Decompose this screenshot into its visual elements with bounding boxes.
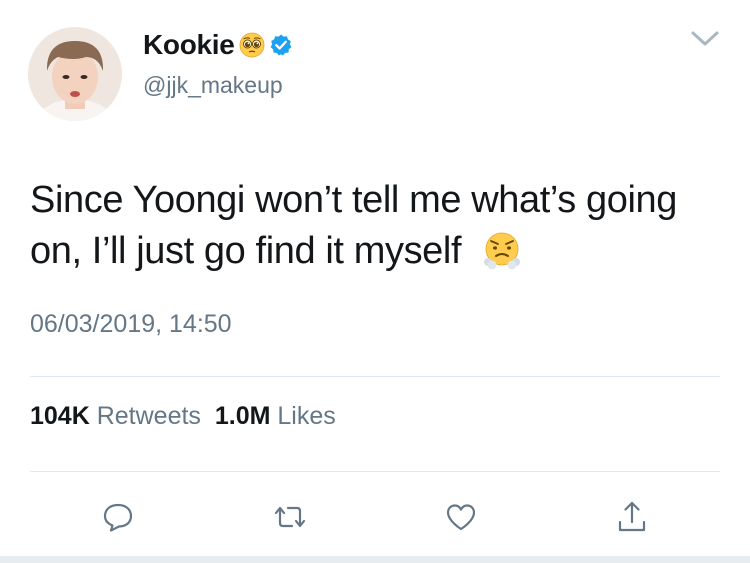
chevron-down-icon[interactable] bbox=[690, 29, 720, 49]
retweets-label: Retweets bbox=[96, 402, 201, 430]
user-handle[interactable]: @jjk_makeup bbox=[143, 72, 283, 99]
avatar[interactable] bbox=[28, 27, 122, 121]
tweet-stats: 104K Retweets 1.0M Likes bbox=[30, 402, 336, 431]
tweet-text-content: Since Yoongi won’t tell me what’s going … bbox=[30, 179, 678, 272]
bottom-border bbox=[0, 556, 750, 563]
likes-stat[interactable]: 1.0M Likes bbox=[215, 402, 336, 430]
tweet-card: Kookie @jjk_makeup Since Yoongi won’t te… bbox=[0, 0, 750, 563]
reply-icon[interactable] bbox=[98, 497, 138, 537]
likes-label: Likes bbox=[277, 402, 336, 430]
pleading-face-emoji-icon bbox=[239, 32, 264, 58]
face-with-steam-emoji-icon bbox=[484, 232, 521, 270]
retweets-count: 104K bbox=[30, 402, 90, 430]
divider bbox=[30, 471, 720, 472]
like-icon[interactable] bbox=[441, 497, 481, 537]
display-name-text: Kookie bbox=[143, 29, 235, 60]
retweet-icon[interactable] bbox=[270, 497, 310, 537]
tweet-timestamp[interactable]: 06/03/2019, 14:50 bbox=[30, 310, 232, 339]
tweet-text: Since Yoongi won’t tell me what’s going … bbox=[30, 175, 720, 277]
verified-badge-icon bbox=[270, 34, 291, 56]
likes-count: 1.0M bbox=[214, 402, 271, 430]
display-name[interactable]: Kookie bbox=[143, 29, 293, 61]
retweets-stat[interactable]: 104K Retweets bbox=[30, 402, 201, 430]
divider bbox=[30, 376, 720, 377]
avatar-photo bbox=[28, 27, 122, 121]
share-icon[interactable] bbox=[612, 497, 652, 537]
